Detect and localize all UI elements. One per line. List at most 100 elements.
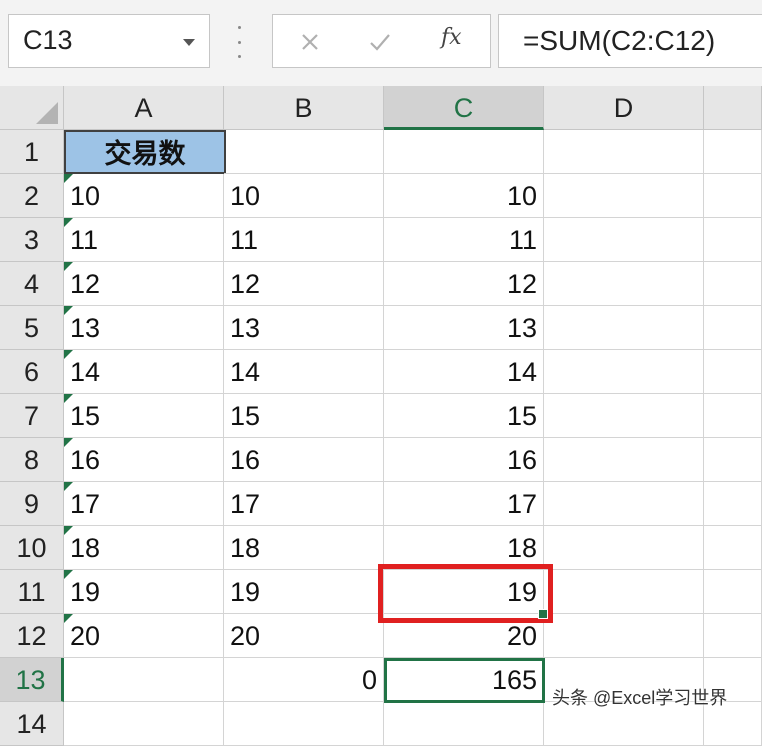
row-header-8[interactable]: 8 bbox=[0, 438, 64, 482]
cell-b2[interactable]: 10 bbox=[224, 174, 384, 218]
formula-bar-area: C13 fx =SUM(C2:C12) bbox=[0, 0, 762, 86]
row-header-9[interactable]: 9 bbox=[0, 482, 64, 526]
row-header-11[interactable]: 11 bbox=[0, 570, 64, 614]
cell-b3[interactable]: 11 bbox=[224, 218, 384, 262]
row-header-3[interactable]: 3 bbox=[0, 218, 64, 262]
formula-buttons: fx bbox=[272, 14, 491, 68]
cell-d9[interactable] bbox=[544, 482, 704, 526]
cell-c2[interactable]: 10 bbox=[384, 174, 544, 218]
cell-a9[interactable]: 17 bbox=[64, 482, 224, 526]
row-header-14[interactable]: 14 bbox=[0, 702, 64, 746]
watermark: 头条 @Excel学习世界 bbox=[552, 688, 728, 708]
cell-e11[interactable] bbox=[704, 570, 762, 614]
chevron-down-icon[interactable] bbox=[183, 39, 195, 46]
error-indicator-icon bbox=[64, 570, 73, 579]
cell-a13[interactable] bbox=[64, 658, 224, 702]
cell-d8[interactable] bbox=[544, 438, 704, 482]
cell-c14[interactable] bbox=[384, 702, 544, 746]
error-indicator-icon bbox=[64, 438, 73, 447]
cell-a8[interactable]: 16 bbox=[64, 438, 224, 482]
column-header-e[interactable] bbox=[704, 86, 762, 130]
cell-c8[interactable]: 16 bbox=[384, 438, 544, 482]
cell-e8[interactable] bbox=[704, 438, 762, 482]
cell-b8[interactable]: 16 bbox=[224, 438, 384, 482]
cell-e6[interactable] bbox=[704, 350, 762, 394]
cell-b13[interactable]: 0 bbox=[224, 658, 384, 702]
name-box[interactable]: C13 bbox=[8, 14, 210, 68]
cell-a3[interactable]: 11 bbox=[64, 218, 224, 262]
cell-d12[interactable] bbox=[544, 614, 704, 658]
cell-a14[interactable] bbox=[64, 702, 224, 746]
row-header-7[interactable]: 7 bbox=[0, 394, 64, 438]
cell-c1[interactable] bbox=[384, 130, 544, 174]
cell-e4[interactable] bbox=[704, 262, 762, 306]
cell-c3[interactable]: 11 bbox=[384, 218, 544, 262]
error-indicator-icon bbox=[64, 174, 73, 183]
cell-d3[interactable] bbox=[544, 218, 704, 262]
row-header-5[interactable]: 5 bbox=[0, 306, 64, 350]
cell-d1[interactable] bbox=[544, 130, 704, 174]
row-header-1[interactable]: 1 bbox=[0, 130, 64, 174]
error-indicator-icon bbox=[64, 262, 73, 271]
cell-d7[interactable] bbox=[544, 394, 704, 438]
row-header-10[interactable]: 10 bbox=[0, 526, 64, 570]
cell-b9[interactable]: 17 bbox=[224, 482, 384, 526]
cell-b10[interactable]: 18 bbox=[224, 526, 384, 570]
row-header-6[interactable]: 6 bbox=[0, 350, 64, 394]
row-header-13[interactable]: 13 bbox=[0, 658, 64, 702]
cell-b7[interactable]: 15 bbox=[224, 394, 384, 438]
name-box-value: C13 bbox=[23, 25, 73, 55]
cell-e12[interactable] bbox=[704, 614, 762, 658]
cell-b11[interactable]: 19 bbox=[224, 570, 384, 614]
cell-d10[interactable] bbox=[544, 526, 704, 570]
cell-b1[interactable] bbox=[224, 130, 384, 174]
cell-e9[interactable] bbox=[704, 482, 762, 526]
cell-b6[interactable]: 14 bbox=[224, 350, 384, 394]
cell-a6[interactable]: 14 bbox=[64, 350, 224, 394]
cell-a12[interactable]: 20 bbox=[64, 614, 224, 658]
row-header-12[interactable]: 12 bbox=[0, 614, 64, 658]
spreadsheet-grid: A B C D 1 交易数 2 10 10 10 3 11 11 11 4 12 12 12 5 13 13 13 6 14 1… bbox=[0, 86, 762, 746]
cell-b14[interactable] bbox=[224, 702, 384, 746]
cell-c9[interactable]: 17 bbox=[384, 482, 544, 526]
cell-c7[interactable]: 15 bbox=[384, 394, 544, 438]
select-all-icon bbox=[36, 102, 58, 124]
row-header-2[interactable]: 2 bbox=[0, 174, 64, 218]
select-all-button[interactable] bbox=[0, 86, 64, 130]
fill-handle[interactable] bbox=[538, 609, 548, 619]
cell-e3[interactable] bbox=[704, 218, 762, 262]
formula-input[interactable]: =SUM(C2:C12) bbox=[498, 14, 762, 68]
cell-a1[interactable]: 交易数 bbox=[64, 130, 226, 174]
cell-e10[interactable] bbox=[704, 526, 762, 570]
column-header-a[interactable]: A bbox=[64, 86, 224, 130]
cell-d6[interactable] bbox=[544, 350, 704, 394]
column-header-c[interactable]: C bbox=[384, 86, 544, 130]
cell-e5[interactable] bbox=[704, 306, 762, 350]
cell-a2[interactable]: 10 bbox=[64, 174, 224, 218]
cell-a5[interactable]: 13 bbox=[64, 306, 224, 350]
cell-d11[interactable] bbox=[544, 570, 704, 614]
cancel-icon[interactable] bbox=[295, 27, 325, 57]
confirm-icon[interactable] bbox=[365, 27, 395, 57]
column-header-b[interactable]: B bbox=[224, 86, 384, 130]
cell-a11[interactable]: 19 bbox=[64, 570, 224, 614]
row-header-4[interactable]: 4 bbox=[0, 262, 64, 306]
cell-e7[interactable] bbox=[704, 394, 762, 438]
column-header-d[interactable]: D bbox=[544, 86, 704, 130]
insert-function-button[interactable]: fx bbox=[441, 25, 462, 50]
cell-e2[interactable] bbox=[704, 174, 762, 218]
cell-c4[interactable]: 12 bbox=[384, 262, 544, 306]
cell-b12[interactable]: 20 bbox=[224, 614, 384, 658]
error-indicator-icon bbox=[64, 614, 73, 623]
cell-d4[interactable] bbox=[544, 262, 704, 306]
cell-a10[interactable]: 18 bbox=[64, 526, 224, 570]
cell-b5[interactable]: 13 bbox=[224, 306, 384, 350]
cell-e1[interactable] bbox=[704, 130, 762, 174]
cell-c5[interactable]: 13 bbox=[384, 306, 544, 350]
cell-c6[interactable]: 14 bbox=[384, 350, 544, 394]
cell-a7[interactable]: 15 bbox=[64, 394, 224, 438]
cell-d2[interactable] bbox=[544, 174, 704, 218]
cell-d5[interactable] bbox=[544, 306, 704, 350]
cell-a4[interactable]: 12 bbox=[64, 262, 224, 306]
cell-b4[interactable]: 12 bbox=[224, 262, 384, 306]
